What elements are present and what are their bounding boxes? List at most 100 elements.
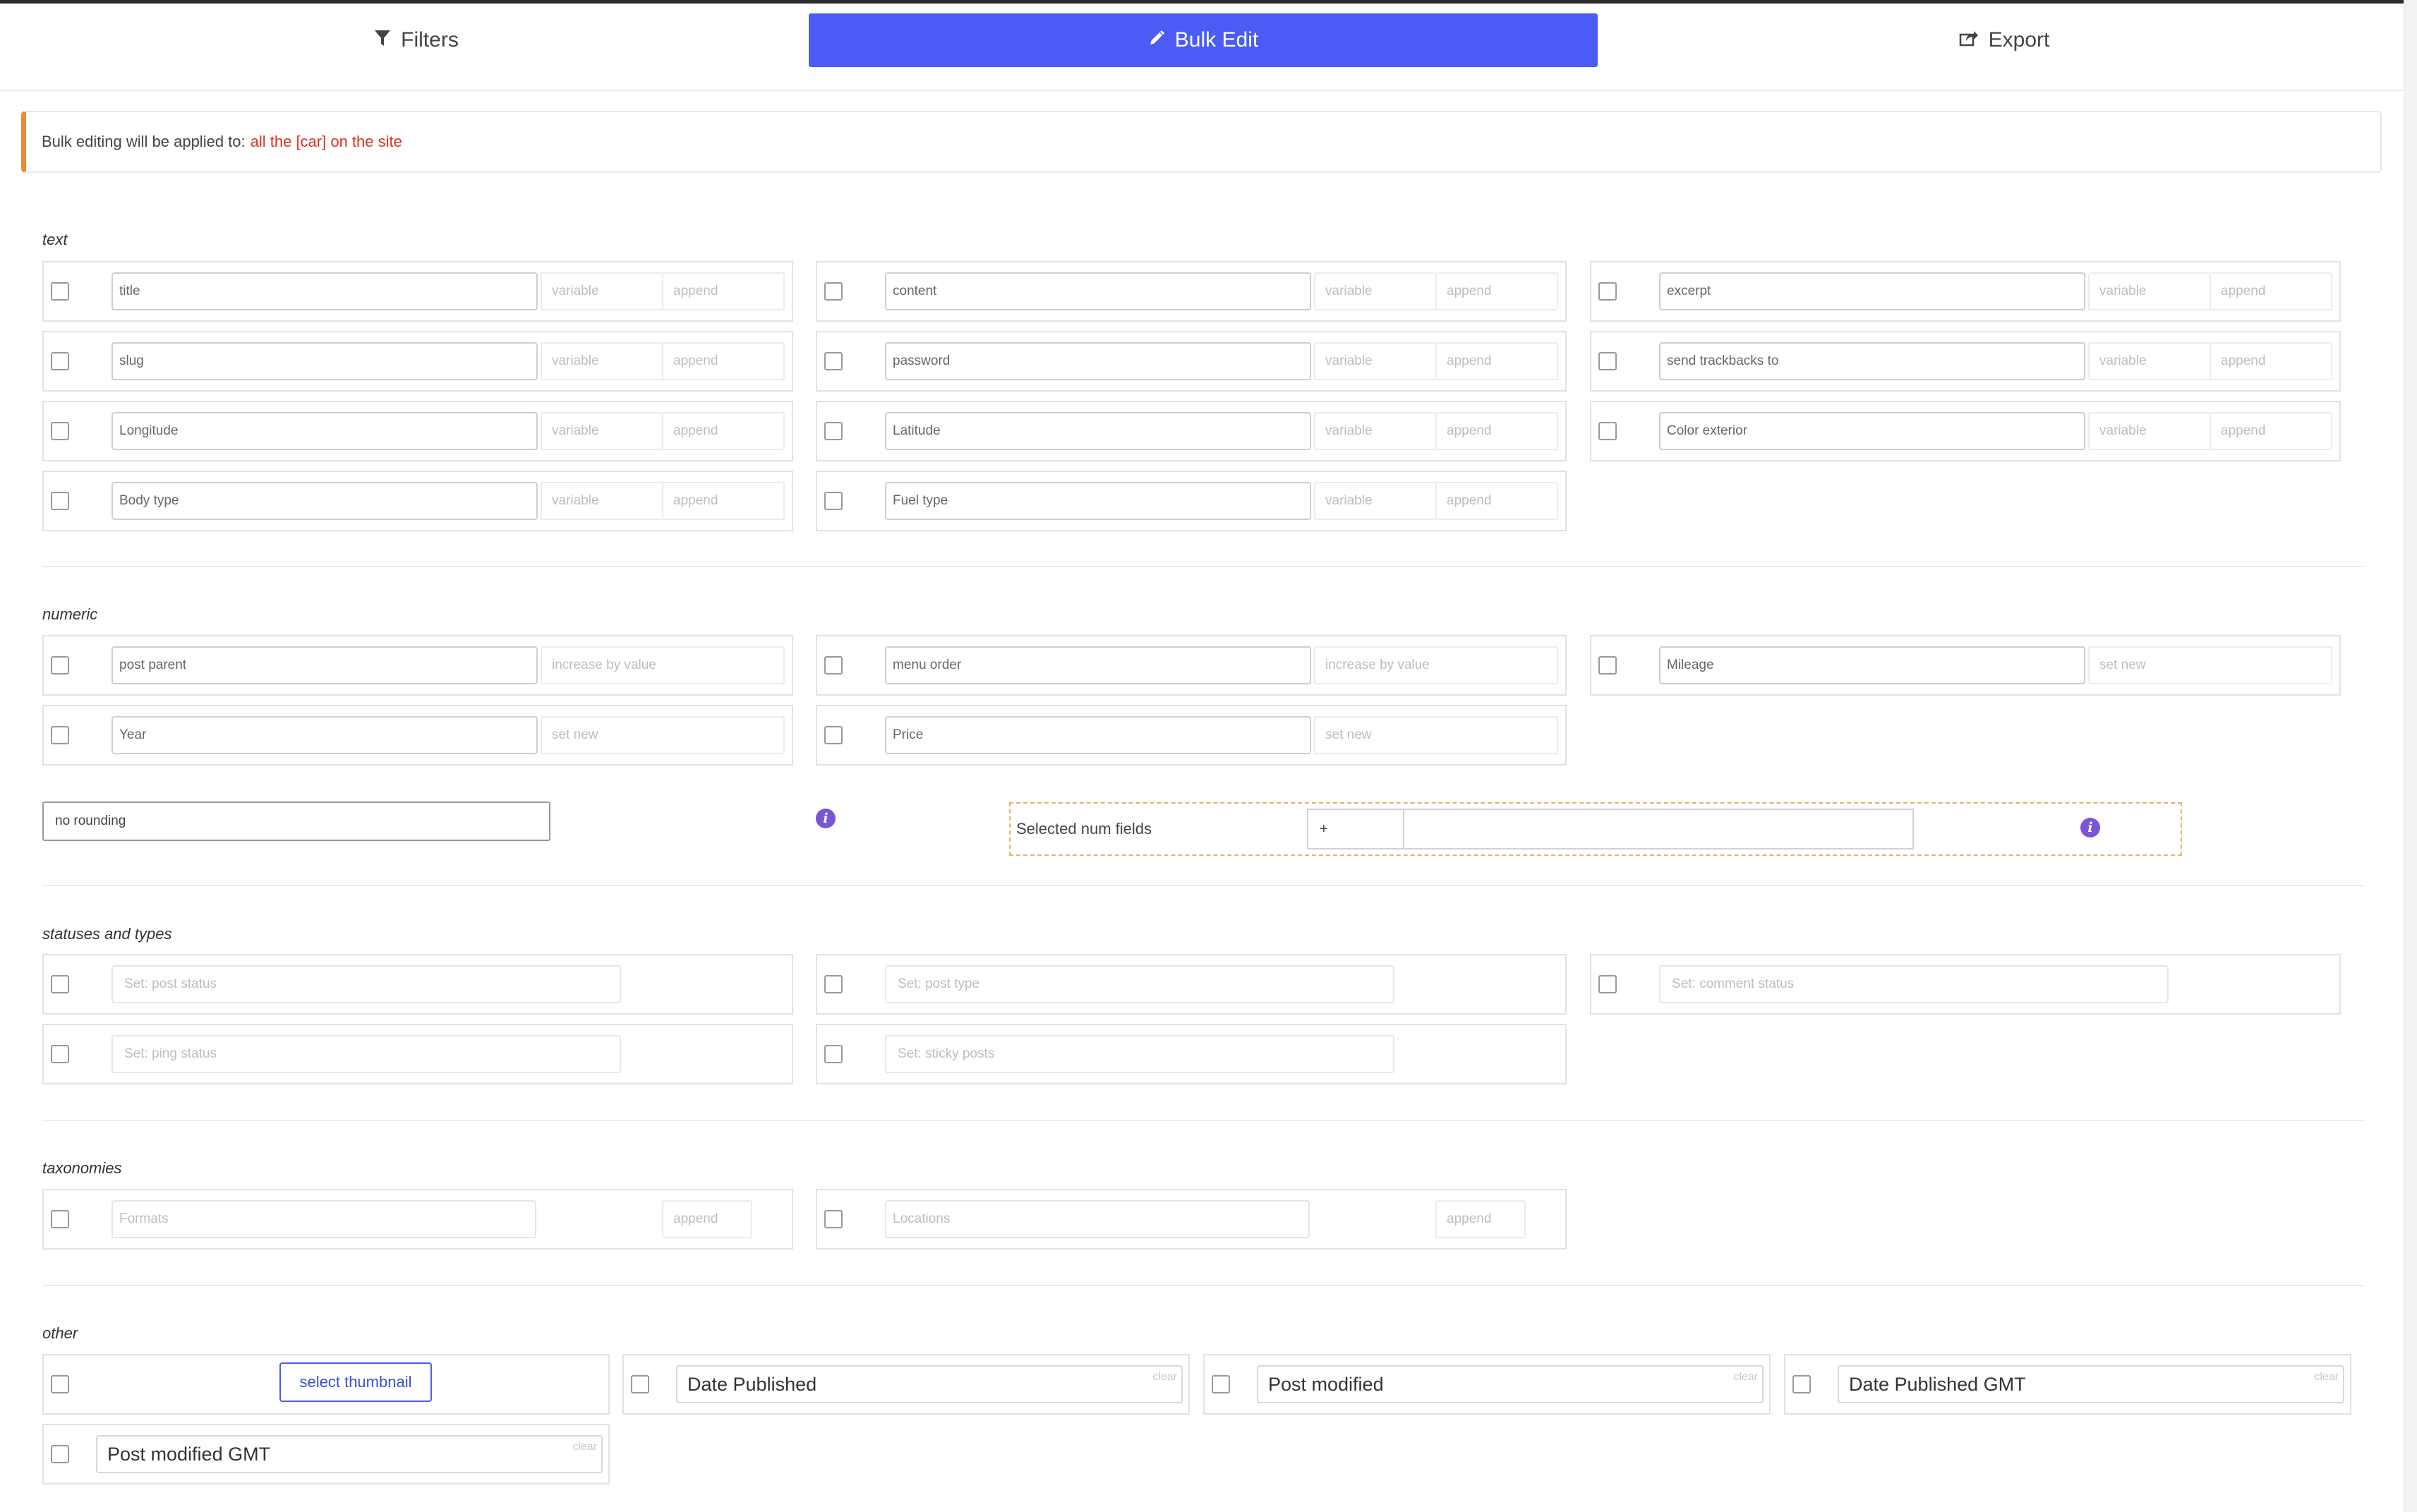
field-checkbox[interactable] — [51, 422, 69, 440]
tab-bulk-edit[interactable]: Bulk Edit — [809, 13, 1598, 67]
text-field-input[interactable]: Body type — [111, 482, 538, 520]
numeric-field-action-select[interactable]: set new — [1314, 716, 1558, 754]
text-field-action-select[interactable]: append — [1435, 342, 1558, 380]
status-select[interactable]: Set: comment status — [1659, 965, 2169, 1003]
text-field-mode-select[interactable]: variable — [2088, 412, 2211, 450]
text-field-action-select[interactable]: append — [662, 482, 785, 520]
text-field-input[interactable]: Longitude — [111, 412, 538, 450]
date-published-input[interactable]: Date Published clear — [676, 1365, 1183, 1403]
date-published-gmt-input[interactable]: Date Published GMT clear — [1838, 1365, 2344, 1403]
text-field-input[interactable]: excerpt — [1659, 272, 2085, 310]
text-field-action-select[interactable]: append — [2210, 272, 2332, 310]
clear-button[interactable]: clear — [1152, 1371, 1177, 1384]
text-field-mode-select[interactable]: variable — [1314, 482, 1437, 520]
field-checkbox[interactable] — [824, 1045, 843, 1063]
text-field-input[interactable]: title — [111, 272, 538, 310]
rounding-select[interactable]: no rounding — [42, 802, 550, 841]
field-checkbox[interactable] — [51, 282, 69, 301]
text-field-input[interactable]: Color exterior — [1659, 412, 2085, 450]
taxonomy-action-select[interactable]: append — [1435, 1200, 1526, 1238]
select-thumbnail-button[interactable]: select thumbnail — [279, 1362, 432, 1402]
text-field-input[interactable]: content — [885, 272, 1311, 310]
post-modified-gmt-input[interactable]: Post modified GMT clear — [96, 1435, 603, 1473]
field-checkbox[interactable] — [1598, 352, 1617, 370]
field-checkbox[interactable] — [51, 1210, 69, 1228]
status-select[interactable]: Set: post status — [111, 965, 621, 1003]
field-checkbox[interactable] — [51, 1375, 69, 1393]
post-modified-input[interactable]: Post modified clear — [1257, 1365, 1764, 1403]
status-select[interactable]: Set: ping status — [111, 1035, 621, 1073]
num-value-input[interactable] — [1403, 809, 1914, 849]
clear-button[interactable]: clear — [1733, 1371, 1758, 1384]
info-icon[interactable]: i — [816, 809, 836, 828]
text-field-input[interactable]: Latitude — [885, 412, 1311, 450]
field-checkbox[interactable] — [51, 1445, 69, 1463]
text-field-action-select[interactable]: append — [1435, 272, 1558, 310]
status-select[interactable]: Set: post type — [885, 965, 1394, 1003]
text-field-mode-select[interactable]: variable — [1314, 342, 1437, 380]
text-field-action-select[interactable]: append — [662, 342, 785, 380]
field-checkbox[interactable] — [824, 975, 843, 993]
text-field-action-select[interactable]: append — [2210, 412, 2332, 450]
field-checkbox[interactable] — [51, 1045, 69, 1063]
field-checkbox[interactable] — [824, 726, 843, 744]
field-checkbox[interactable] — [824, 656, 843, 675]
numeric-field-action-select[interactable]: increase by value — [541, 646, 785, 684]
numeric-field-input[interactable]: Price — [885, 716, 1311, 754]
field-checkbox[interactable] — [824, 492, 843, 510]
numeric-field-action-select[interactable]: set new — [2088, 646, 2332, 684]
numeric-field-action-select[interactable]: increase by value — [1314, 646, 1558, 684]
text-field-input[interactable]: Fuel type — [885, 482, 1311, 520]
clear-button[interactable]: clear — [2314, 1371, 2339, 1384]
text-field-mode-select[interactable]: variable — [2088, 272, 2211, 310]
text-field-mode-select[interactable]: variable — [541, 342, 663, 380]
text-field-mode-select[interactable]: variable — [1314, 272, 1437, 310]
text-field-action-select[interactable]: append — [2210, 342, 2332, 380]
numeric-field-input[interactable]: Year — [111, 716, 538, 754]
taxonomy-action-select[interactable]: append — [662, 1200, 752, 1238]
field-checkbox[interactable] — [51, 492, 69, 510]
text-field-action-select[interactable]: append — [1435, 412, 1558, 450]
tab-export[interactable]: Export — [1870, 13, 2138, 67]
num-operator-select[interactable]: + — [1307, 809, 1404, 849]
field-checkbox[interactable] — [1598, 282, 1617, 301]
text-field-mode-select[interactable]: variable — [2088, 342, 2211, 380]
field-checkbox[interactable] — [631, 1375, 649, 1393]
field-checkbox[interactable] — [51, 656, 69, 675]
text-field-mode-select[interactable]: variable — [541, 412, 663, 450]
numeric-field-action-select[interactable]: set new — [541, 716, 785, 754]
text-field-input[interactable]: password — [885, 342, 1311, 380]
numeric-field-input[interactable]: Mileage — [1659, 646, 2085, 684]
info-icon[interactable]: i — [2080, 818, 2100, 837]
field-checkbox[interactable] — [51, 975, 69, 993]
field-checkbox[interactable] — [1598, 975, 1617, 993]
field-checkbox[interactable] — [1212, 1375, 1230, 1393]
scrollbar-track[interactable] — [2404, 0, 2417, 1512]
text-field-mode-select[interactable]: variable — [541, 272, 663, 310]
text-field-action-select[interactable]: append — [662, 272, 785, 310]
field-checkbox[interactable] — [1792, 1375, 1811, 1393]
text-field-row: title variable append — [42, 261, 793, 322]
field-checkbox[interactable] — [824, 1210, 843, 1228]
text-field-mode-select[interactable]: variable — [1314, 412, 1437, 450]
status-select[interactable]: Set: sticky posts — [885, 1035, 1394, 1073]
numeric-field-input[interactable]: menu order — [885, 646, 1311, 684]
text-field-mode-select[interactable]: variable — [541, 482, 663, 520]
text-field-input[interactable]: slug — [111, 342, 538, 380]
clear-button[interactable]: clear — [572, 1441, 597, 1453]
field-checkbox[interactable] — [51, 352, 69, 370]
field-checkbox[interactable] — [1598, 422, 1617, 440]
text-field-action-select[interactable]: append — [662, 412, 785, 450]
field-checkbox[interactable] — [824, 422, 843, 440]
taxonomy-input[interactable]: Formats — [111, 1200, 536, 1238]
text-field-input[interactable]: send trackbacks to — [1659, 342, 2085, 380]
field-checkbox[interactable] — [51, 726, 69, 744]
field-checkbox[interactable] — [824, 282, 843, 301]
tab-filters[interactable]: Filters — [282, 13, 550, 67]
field-checkbox[interactable] — [824, 352, 843, 370]
field-checkbox[interactable] — [1598, 656, 1617, 675]
text-field-action-select[interactable]: append — [1435, 482, 1558, 520]
pencil-icon — [1148, 29, 1165, 52]
taxonomy-input[interactable]: Locations — [885, 1200, 1310, 1238]
numeric-field-input[interactable]: post parent — [111, 646, 538, 684]
